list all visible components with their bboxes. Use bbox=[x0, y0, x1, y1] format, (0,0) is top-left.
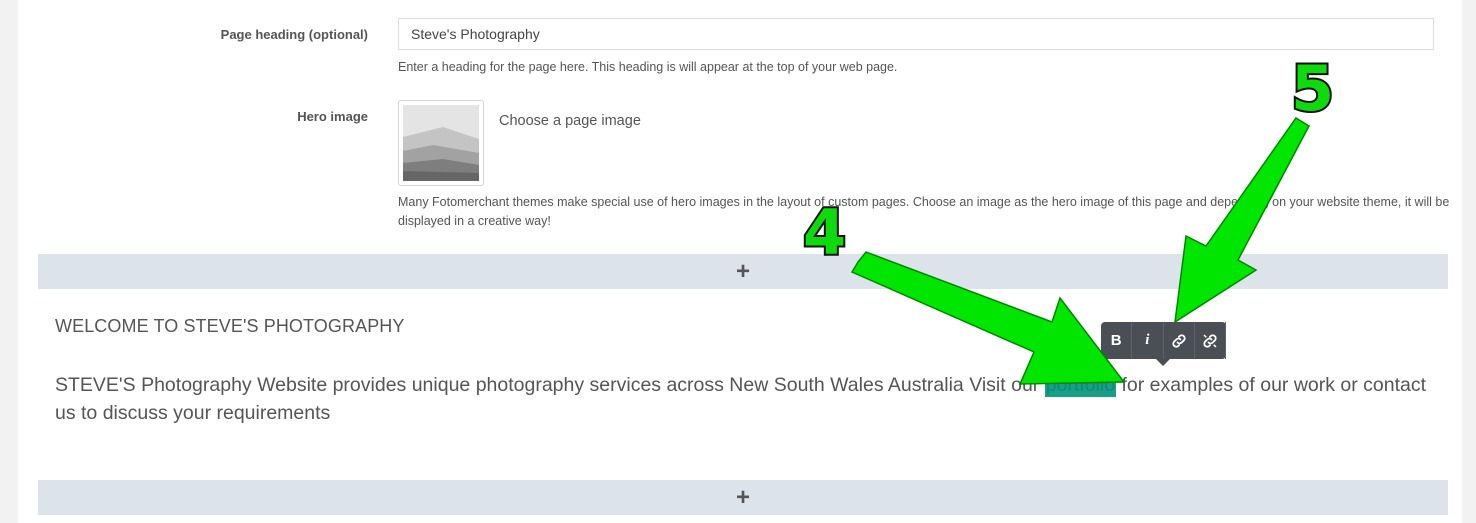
unlink-button[interactable] bbox=[1195, 322, 1226, 359]
unlink-icon bbox=[1203, 333, 1217, 348]
add-block-button-top[interactable]: + bbox=[38, 254, 1448, 289]
paragraph-text-before: STEVE'S Photography Website provides uni… bbox=[55, 374, 1045, 396]
annotation-number-5: 5 5 bbox=[1289, 50, 1336, 127]
plus-icon: + bbox=[735, 257, 750, 285]
content-paragraph[interactable]: STEVE'S Photography Website provides uni… bbox=[55, 371, 1435, 427]
plus-icon: + bbox=[735, 483, 750, 511]
add-block-button-bottom[interactable]: + bbox=[38, 480, 1448, 515]
annotation-number-4: 4 4 bbox=[801, 194, 848, 271]
page-heading-input[interactable]: Steve's Photography bbox=[398, 18, 1434, 50]
italic-button[interactable]: i bbox=[1132, 322, 1164, 359]
selected-link-text[interactable]: portfolio bbox=[1044, 373, 1117, 397]
content-heading[interactable]: WELCOME TO STEVE'S PHOTOGRAPHY bbox=[55, 316, 405, 337]
hero-image-help: Many Fotomerchant themes make special us… bbox=[398, 195, 1450, 228]
choose-page-image-link[interactable]: Choose a page image bbox=[499, 113, 641, 129]
page-heading-label: Page heading (optional) bbox=[220, 27, 368, 42]
toolbar-caret bbox=[1156, 359, 1170, 366]
image-placeholder-icon bbox=[403, 105, 479, 181]
bold-button[interactable]: B bbox=[1101, 322, 1133, 359]
hero-image-label: Hero image bbox=[297, 109, 368, 124]
link-button[interactable] bbox=[1164, 322, 1195, 359]
formatting-toolbar: B i bbox=[1101, 322, 1226, 366]
page-heading-help: Enter a heading for the page here. This … bbox=[398, 60, 898, 74]
link-icon bbox=[1172, 333, 1186, 348]
hero-image-thumbnail[interactable] bbox=[398, 100, 484, 186]
